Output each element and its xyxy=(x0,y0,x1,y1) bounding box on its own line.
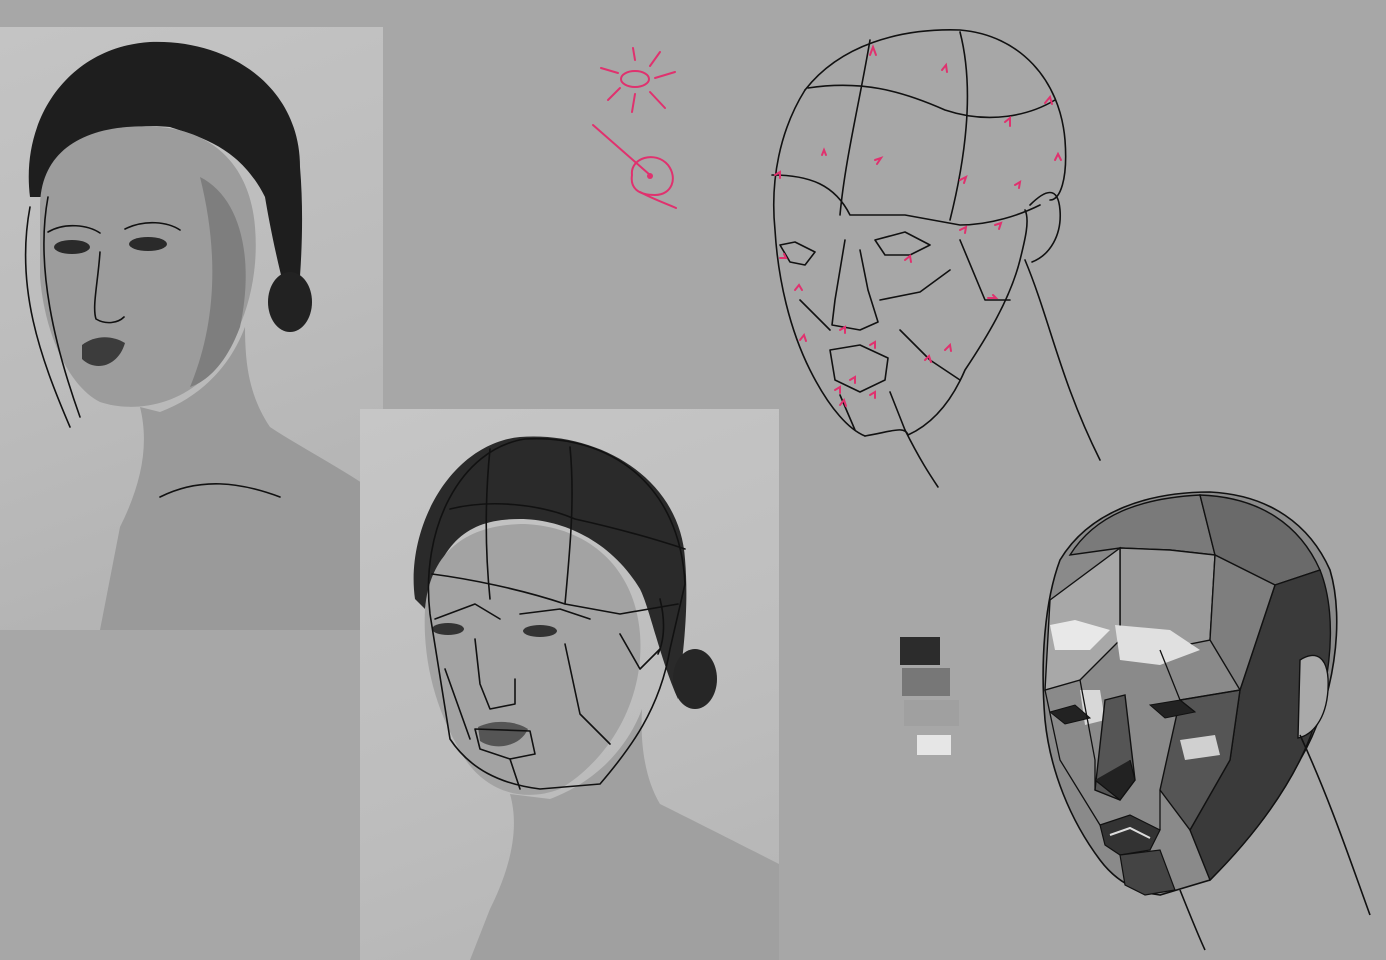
art-canvas xyxy=(0,0,1386,960)
light-direction-icon xyxy=(592,124,677,209)
value-swatches xyxy=(900,637,959,755)
sun-icon xyxy=(600,47,676,113)
planar-head-shaded xyxy=(1042,491,1371,951)
direction-arrows xyxy=(774,44,1062,407)
sketch-layer xyxy=(592,29,1371,951)
